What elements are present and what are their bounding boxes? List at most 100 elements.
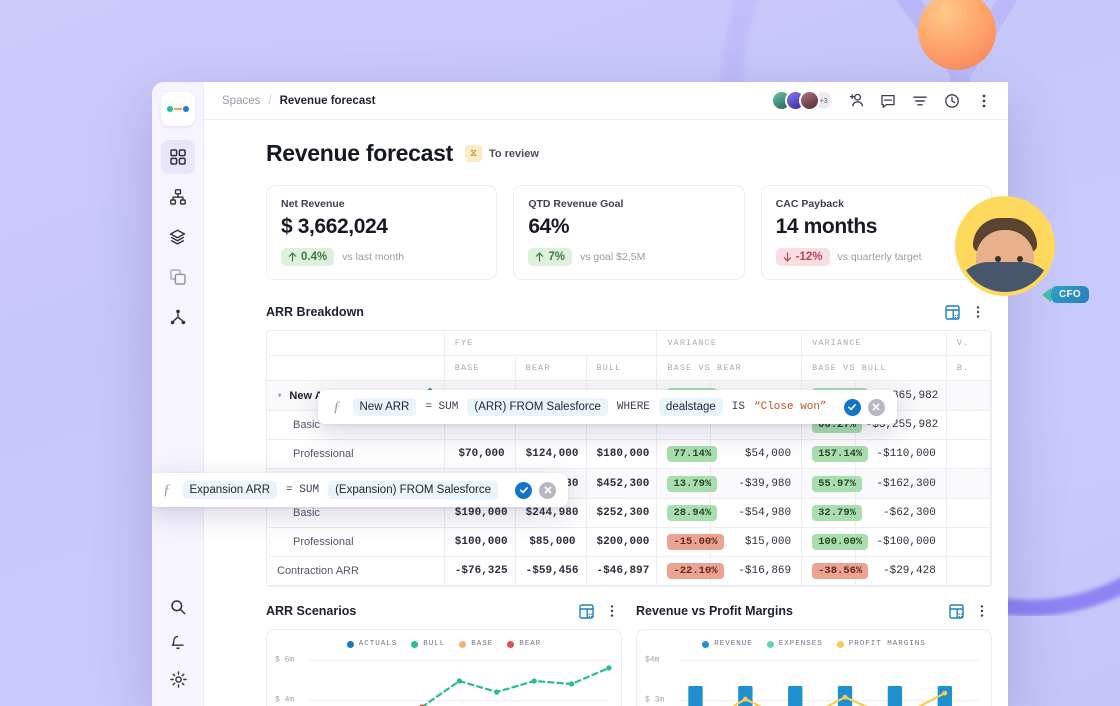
cell-var-bull-abs[interactable]: -$110,000	[855, 439, 947, 469]
cell-var-3[interactable]	[946, 439, 991, 469]
cell-bear[interactable]: -$59,456	[515, 556, 587, 586]
cell-var-bull-pct[interactable]: -38.56%	[801, 556, 869, 586]
variance-badge: -22.10%	[667, 563, 724, 579]
cell-var-3[interactable]	[946, 556, 991, 586]
comments-button[interactable]	[878, 91, 898, 111]
rail-item-scenarios[interactable]	[161, 260, 195, 294]
rail-item-connections[interactable]	[161, 300, 195, 334]
cell-var-bear-abs[interactable]: -$54,980	[710, 498, 803, 528]
cell-var-bull-pct[interactable]: 157.14%	[801, 439, 869, 469]
rail-item-dashboards[interactable]	[160, 140, 195, 174]
cell-var-bull-abs[interactable]: -$100,000	[855, 527, 947, 557]
cell-base[interactable]: -$76,325	[444, 556, 516, 586]
cell-bull[interactable]: -$46,897	[586, 556, 658, 586]
row-label[interactable]: Professional	[267, 527, 445, 557]
breadcrumb-current: Revenue forecast	[279, 94, 376, 107]
cell-base[interactable]: $70,000	[444, 439, 516, 469]
chart-more-button[interactable]	[972, 601, 992, 621]
rail-item-settings[interactable]	[161, 662, 195, 696]
check-icon	[848, 404, 857, 411]
formula-source-token[interactable]: (Expansion) FROM Salesforce	[328, 481, 499, 499]
cell-var-bull-pct[interactable]: 32.79%	[801, 498, 862, 528]
cell-var-bull-abs[interactable]: -$62,300	[855, 498, 947, 528]
cell-bull[interactable]: $200,000	[586, 527, 658, 557]
formula-name-token[interactable]: New ARR	[352, 398, 417, 416]
cell-var-3[interactable]	[946, 527, 991, 557]
table-section-header: ARR Breakdown	[220, 280, 992, 330]
status-badge[interactable]: ⧖ To review	[464, 145, 539, 162]
rail-item-hierarchy[interactable]	[161, 180, 195, 214]
cell-var-bear-pct[interactable]: -22.10%	[656, 556, 724, 586]
legend-item[interactable]: PROFIT MARGINS	[836, 640, 926, 648]
cell-bull[interactable]: $252,300	[586, 498, 658, 528]
cancel-button[interactable]	[539, 481, 557, 499]
legend-item[interactable]: EXPENSES	[766, 640, 823, 648]
row-label[interactable]: Contraction ARR	[267, 556, 445, 586]
legend-item[interactable]: ACTUALS	[346, 640, 398, 648]
chart-layout-button[interactable]	[576, 601, 596, 621]
chevron-down-icon[interactable]: ▾	[277, 391, 282, 401]
legend-item[interactable]: BASE	[459, 640, 493, 648]
collaborator-avatars[interactable]: +3	[771, 90, 834, 111]
history-button[interactable]	[942, 91, 962, 111]
sub-header-base-vs-bear[interactable]: BASE VS BEAR	[656, 355, 803, 381]
formula-bar-new-arr[interactable]: ƒ New ARR = SUM (ARR) FROM Salesforce WH…	[318, 390, 897, 424]
confirm-button[interactable]	[515, 481, 533, 499]
formula-name-token[interactable]: Expansion ARR	[182, 481, 278, 499]
chart-more-button[interactable]	[602, 601, 622, 621]
cursor-pointer-icon	[1042, 287, 1051, 302]
cell-var-bear-abs[interactable]: -$39,980	[710, 468, 803, 499]
sub-header-base[interactable]: BASE	[444, 355, 516, 381]
cell-var-bear-abs[interactable]: -$16,869	[710, 556, 803, 586]
cancel-button[interactable]	[867, 398, 885, 416]
table-layout-button[interactable]	[942, 302, 962, 322]
cell-bear[interactable]: $124,000	[515, 439, 587, 469]
rail-item-models[interactable]	[161, 220, 195, 254]
chart-layout-button[interactable]	[946, 601, 966, 621]
table-more-button[interactable]	[968, 302, 988, 322]
more-options-button[interactable]	[974, 91, 994, 111]
formula-string-value[interactable]: “Close won”	[754, 401, 827, 413]
cell-var-bear-abs[interactable]: $15,000	[710, 527, 803, 557]
cell-var-bear-pct[interactable]: 28.94%	[656, 498, 718, 528]
cell-bull[interactable]: $180,000	[586, 439, 658, 469]
legend-item[interactable]: REVENUE	[702, 640, 753, 648]
formula-bar-expansion-arr[interactable]: ƒ Expansion ARR = SUM (Expansion) FROM S…	[152, 473, 569, 507]
cell-var-bull-abs[interactable]: -$29,428	[855, 556, 947, 586]
table-row[interactable]: Professional $70,000 $124,000 $180,000 7…	[267, 439, 991, 469]
avatar[interactable]	[799, 90, 820, 111]
cell-bull[interactable]: $452,300	[586, 468, 658, 499]
cell-var-bear-abs[interactable]: $54,000	[710, 439, 803, 469]
rail-item-search[interactable]	[161, 590, 195, 624]
cell-bear[interactable]: $85,000	[515, 527, 587, 557]
cell-var-3[interactable]	[946, 498, 991, 528]
rail-item-notifications[interactable]	[161, 626, 195, 660]
cell-var-bull-abs[interactable]: -$162,300	[855, 468, 947, 499]
legend-item[interactable]: BEAR	[507, 640, 541, 648]
confirm-button[interactable]	[843, 398, 861, 416]
legend-item[interactable]: BULL	[411, 640, 445, 648]
cell-var-bear-pct[interactable]: 77.14%	[656, 439, 718, 469]
sub-header-bear[interactable]: BEAR	[515, 355, 587, 381]
presence-avatar-bubble[interactable]	[955, 196, 1055, 296]
cell-base[interactable]: $100,000	[444, 527, 516, 557]
sub-header-bull[interactable]: BULL	[586, 355, 658, 381]
filter-button[interactable]	[910, 91, 930, 111]
cell-var-3[interactable]	[946, 380, 991, 411]
cell-var-bear-pct[interactable]: 13.79%	[656, 468, 718, 499]
formula-field-token[interactable]: dealstage	[658, 398, 723, 416]
formula-source-token[interactable]: (ARR) FROM Salesforce	[467, 398, 608, 416]
add-user-button[interactable]	[846, 91, 866, 111]
cell-var-bear-pct[interactable]: -15.00%	[656, 527, 724, 557]
cell-var-3[interactable]	[946, 468, 991, 499]
sub-header-base-vs-3[interactable]: B.	[946, 355, 991, 381]
app-logo[interactable]	[160, 92, 195, 126]
cell-var-bull-pct[interactable]: 55.97%	[801, 468, 862, 499]
breadcrumb-root[interactable]: Spaces	[222, 95, 260, 107]
table-row[interactable]: Contraction ARR -$76,325 -$59,456 -$46,8…	[267, 556, 991, 586]
table-row[interactable]: Professional $100,000 $85,000 $200,000 -…	[267, 527, 991, 557]
row-label[interactable]: Professional	[267, 439, 445, 469]
sub-header-base-vs-bull[interactable]: BASE VS BULL	[801, 355, 947, 381]
cell-var-bull-pct[interactable]: 100.00%	[801, 527, 869, 557]
cell-var-3[interactable]	[946, 410, 991, 440]
